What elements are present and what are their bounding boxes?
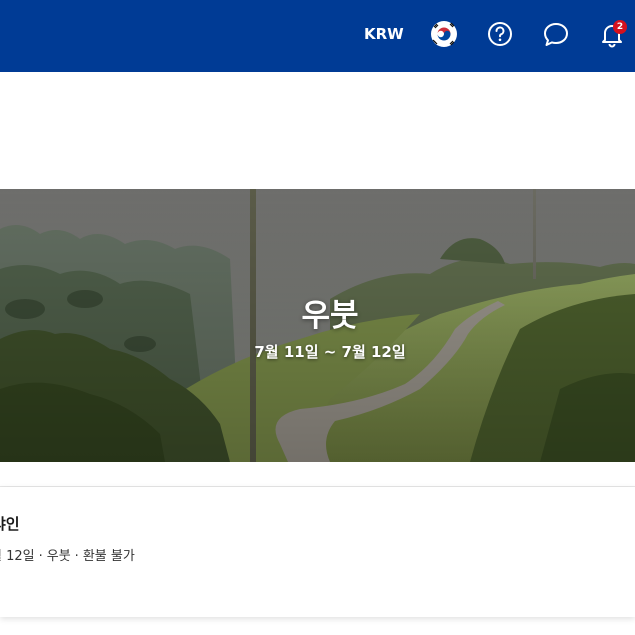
help-button[interactable]	[484, 18, 516, 50]
destination-title: 우붓	[301, 298, 359, 334]
currency-selector[interactable]: KRW	[364, 22, 404, 46]
booking-date: 월 12일	[0, 549, 35, 564]
chat-bubble-icon	[544, 23, 568, 46]
top-navigation-bar: KRW 2	[0, 0, 635, 72]
south-korea-flag-icon	[431, 21, 457, 47]
booking-card[interactable]: 샤인 월 12일·우붓·환불 불가	[0, 487, 635, 617]
property-name: 샤인	[0, 515, 20, 533]
notification-badge: 2	[613, 20, 627, 34]
separator: ·	[38, 549, 43, 564]
booking-details: 월 12일·우붓·환불 불가	[0, 545, 135, 564]
stay-dates: 7월 11일 ~ 7월 12일	[254, 343, 406, 361]
separator: ·	[74, 549, 79, 564]
question-circle-icon	[488, 22, 512, 46]
booking-location: 우붓	[46, 549, 71, 564]
refund-policy: 환불 불가	[82, 549, 135, 564]
notifications-button[interactable]: 2	[596, 18, 628, 50]
messages-button[interactable]	[540, 18, 572, 50]
language-selector-button[interactable]	[428, 18, 460, 50]
